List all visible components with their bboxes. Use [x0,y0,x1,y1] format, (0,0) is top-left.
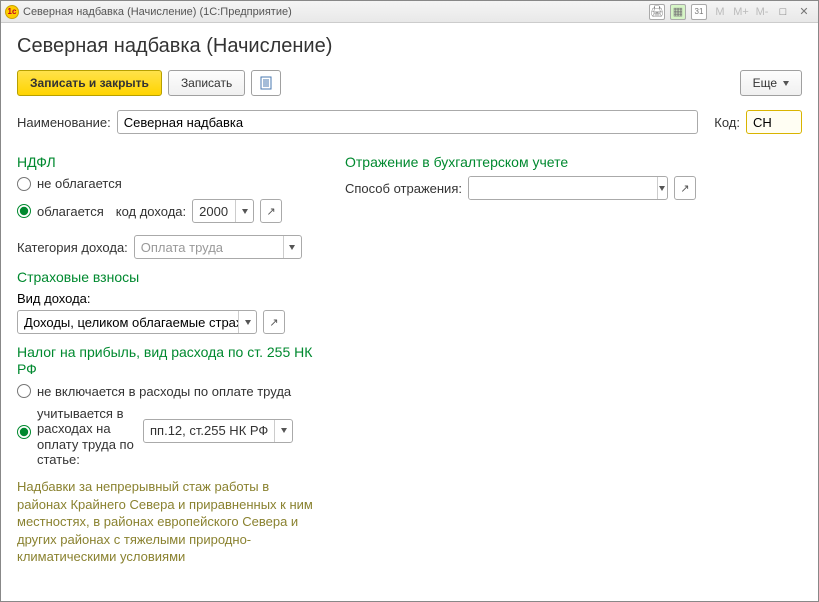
pt-article-combo[interactable]: пп.12, ст.255 НК РФ [143,419,293,443]
m-button[interactable]: M [710,3,730,21]
minimize-icon[interactable]: □ [773,3,793,21]
print-icon[interactable]: 🖨 [647,3,667,21]
m-plus-button[interactable]: M+ [731,3,751,21]
profit-tax-heading: Налог на прибыль, вид расхода по ст. 255… [17,344,327,378]
income-category-label: Категория дохода: [17,240,128,255]
write-and-close-button[interactable]: Записать и закрыть [17,70,162,96]
page-title: Северная надбавка (Начисление) [17,35,802,58]
ndfl-taxed-radio[interactable] [17,204,31,218]
pt-included-label: учитывается в расходах на оплату труда п… [37,406,137,468]
footnote-text: Надбавки за непрерывный стаж работы в ра… [17,478,317,566]
list-button[interactable] [251,70,281,96]
income-type-label: Вид дохода: [17,291,327,306]
income-category-combo[interactable]: Оплата труда [134,235,302,259]
code-label: Код: [714,115,740,130]
window-titlebar: 1c Северная надбавка (Начисление) (1С:Пр… [1,1,818,23]
ndfl-heading: НДФЛ [17,154,327,170]
accounting-method-open-button[interactable]: ↗ [674,176,696,200]
pt-article-dropdown-icon[interactable] [274,420,292,442]
income-code-label: код дохода: [116,204,186,219]
income-code-open-button[interactable]: ↗ [260,199,282,223]
name-input[interactable] [117,110,699,134]
name-label: Наименование: [17,115,111,130]
app-logo: 1c [5,5,19,19]
pt-not-included-label: не включается в расходы по оплате труда [37,384,291,399]
code-input[interactable] [746,110,802,134]
accounting-method-label: Способ отражения: [345,181,462,196]
more-button[interactable]: Еще [740,70,802,96]
pt-article-value[interactable]: пп.12, ст.255 НК РФ [144,420,274,442]
income-code-combo[interactable]: 2000 [192,199,254,223]
accounting-method-combo[interactable] [468,176,668,200]
ndfl-not-taxed-label: не облагается [37,176,122,191]
income-type-combo[interactable]: Доходы, целиком облагаемые страховыми вз… [17,310,257,334]
toolbar: Записать и закрыть Записать Еще [17,70,802,96]
accounting-method-value[interactable] [469,177,657,199]
calculator-icon[interactable]: ▦ [668,3,688,21]
income-type-dropdown-icon[interactable] [238,311,256,333]
insurance-heading: Страховые взносы [17,269,327,285]
m-minus-button[interactable]: M- [752,3,772,21]
income-category-dropdown-icon[interactable] [283,236,301,258]
accounting-heading: Отражение в бухгалтерском учете [345,154,802,170]
pt-not-included-radio[interactable] [17,384,31,398]
income-type-open-button[interactable]: ↗ [263,310,285,334]
write-button[interactable]: Записать [168,70,245,96]
window-title: Северная надбавка (Начисление) (1С:Предп… [23,6,292,18]
ndfl-not-taxed-radio[interactable] [17,177,31,191]
income-type-value[interactable]: Доходы, целиком облагаемые страховыми вз… [18,311,238,333]
accounting-method-dropdown-icon[interactable] [657,177,667,199]
ndfl-taxed-label: облагается [37,204,104,219]
pt-included-radio[interactable] [17,425,31,439]
close-icon[interactable]: ✕ [794,3,814,21]
calendar-icon[interactable]: 31 [689,3,709,21]
income-code-dropdown-icon[interactable] [235,200,253,222]
income-code-value[interactable]: 2000 [193,200,235,222]
income-category-value: Оплата труда [135,236,283,258]
